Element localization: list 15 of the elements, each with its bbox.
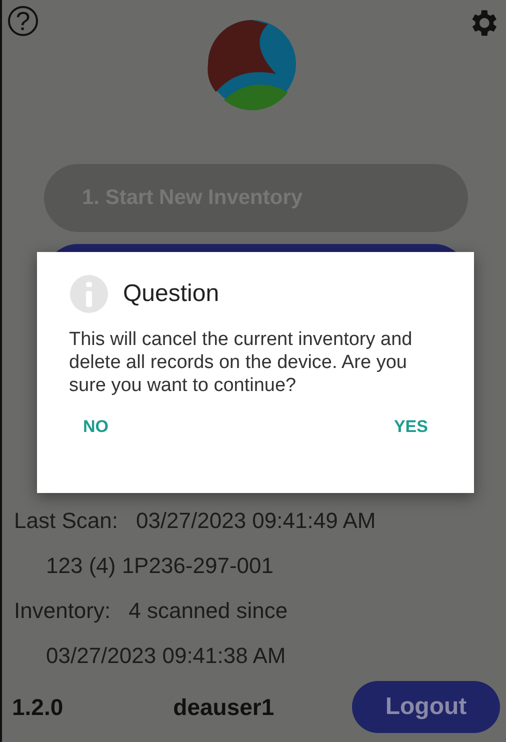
logout-button[interactable]: Logout bbox=[352, 681, 500, 733]
dialog-title: Question bbox=[123, 280, 220, 308]
status-value: 03/27/2023 09:41:38 AM bbox=[46, 642, 286, 668]
username-text: deauser1 bbox=[173, 694, 274, 720]
yes-button[interactable]: YES bbox=[380, 413, 442, 441]
dialog-message: This will cancel the current inventory and delete all records on the device. Are you sure you want to continue? bbox=[69, 328, 414, 397]
help-icon[interactable]: ? bbox=[8, 6, 38, 36]
version-text: 1.2.0 bbox=[12, 694, 64, 720]
status-label: Inventory: bbox=[14, 598, 111, 624]
status-value: 4 scanned since bbox=[128, 598, 288, 624]
status-value: 123 (4) 1P236-297-001 bbox=[46, 552, 274, 578]
no-button[interactable]: NO bbox=[69, 413, 122, 441]
status-label: Last Scan: bbox=[14, 508, 118, 534]
status-value: 03/27/2023 09:41:49 AM bbox=[136, 508, 376, 534]
info-icon bbox=[69, 274, 109, 314]
